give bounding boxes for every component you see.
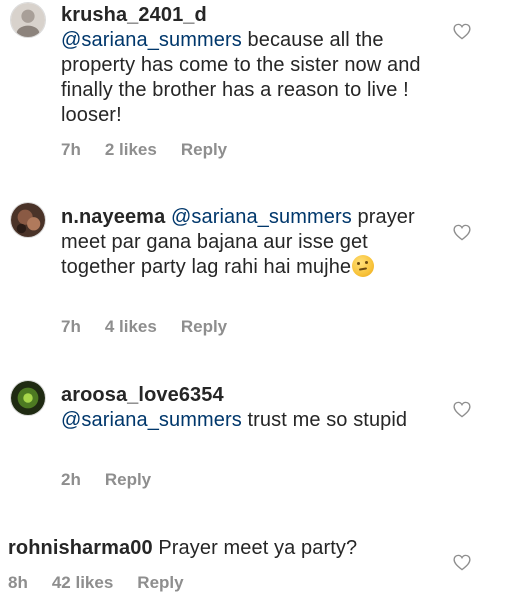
- heart-outline-icon[interactable]: [453, 401, 471, 418]
- reply-button[interactable]: Reply: [105, 470, 151, 490]
- comment-body: aroosa_love6354 @sariana_summers trust m…: [61, 383, 441, 433]
- reply-button[interactable]: Reply: [181, 140, 227, 160]
- comment-text: Prayer meet ya party?: [152, 537, 358, 559]
- likes-count[interactable]: 2 likes: [105, 140, 157, 160]
- heart-outline-icon[interactable]: [453, 554, 471, 571]
- comment-username[interactable]: aroosa_love6354: [61, 384, 224, 406]
- comment-username[interactable]: rohnisharma00: [8, 537, 153, 559]
- reply-button[interactable]: Reply: [137, 573, 183, 593]
- comment-body: krusha_2401_d @sariana_summers because a…: [61, 3, 441, 128]
- comment-text: trust me so stupid: [241, 409, 408, 431]
- comment-time: 7h: [61, 140, 81, 159]
- comment-body: rohnisharma00 Prayer meet ya party?: [8, 536, 448, 561]
- comment-username[interactable]: krusha_2401_d: [61, 4, 207, 26]
- likes-count[interactable]: 42 likes: [52, 573, 113, 593]
- avatar[interactable]: [10, 202, 46, 238]
- comment-meta: 8h 42 likes Reply: [8, 573, 184, 593]
- thinking-face-emoji: [352, 255, 375, 277]
- mention-link[interactable]: @sariana_summers: [61, 29, 242, 51]
- reply-button[interactable]: Reply: [181, 317, 227, 337]
- avatar[interactable]: [10, 2, 46, 38]
- comment-time: 2h: [61, 470, 81, 489]
- heart-outline-icon[interactable]: [453, 23, 471, 40]
- avatar[interactable]: [10, 380, 46, 416]
- mention-link[interactable]: @sariana_summers: [171, 206, 352, 228]
- mention-link[interactable]: @sariana_summers: [61, 409, 242, 431]
- comment-time: 7h: [61, 317, 81, 336]
- likes-count[interactable]: 4 likes: [105, 317, 157, 337]
- comment-meta: 7h 4 likes Reply: [61, 317, 227, 337]
- comment-time: 8h: [8, 573, 28, 592]
- comment-meta: 2h Reply: [61, 470, 151, 490]
- comment-meta: 7h 2 likes Reply: [61, 140, 227, 160]
- comment-username[interactable]: n.nayeema: [61, 206, 165, 228]
- comment-body: n.nayeema @sariana_summers prayer meet p…: [61, 205, 441, 280]
- heart-outline-icon[interactable]: [453, 224, 471, 241]
